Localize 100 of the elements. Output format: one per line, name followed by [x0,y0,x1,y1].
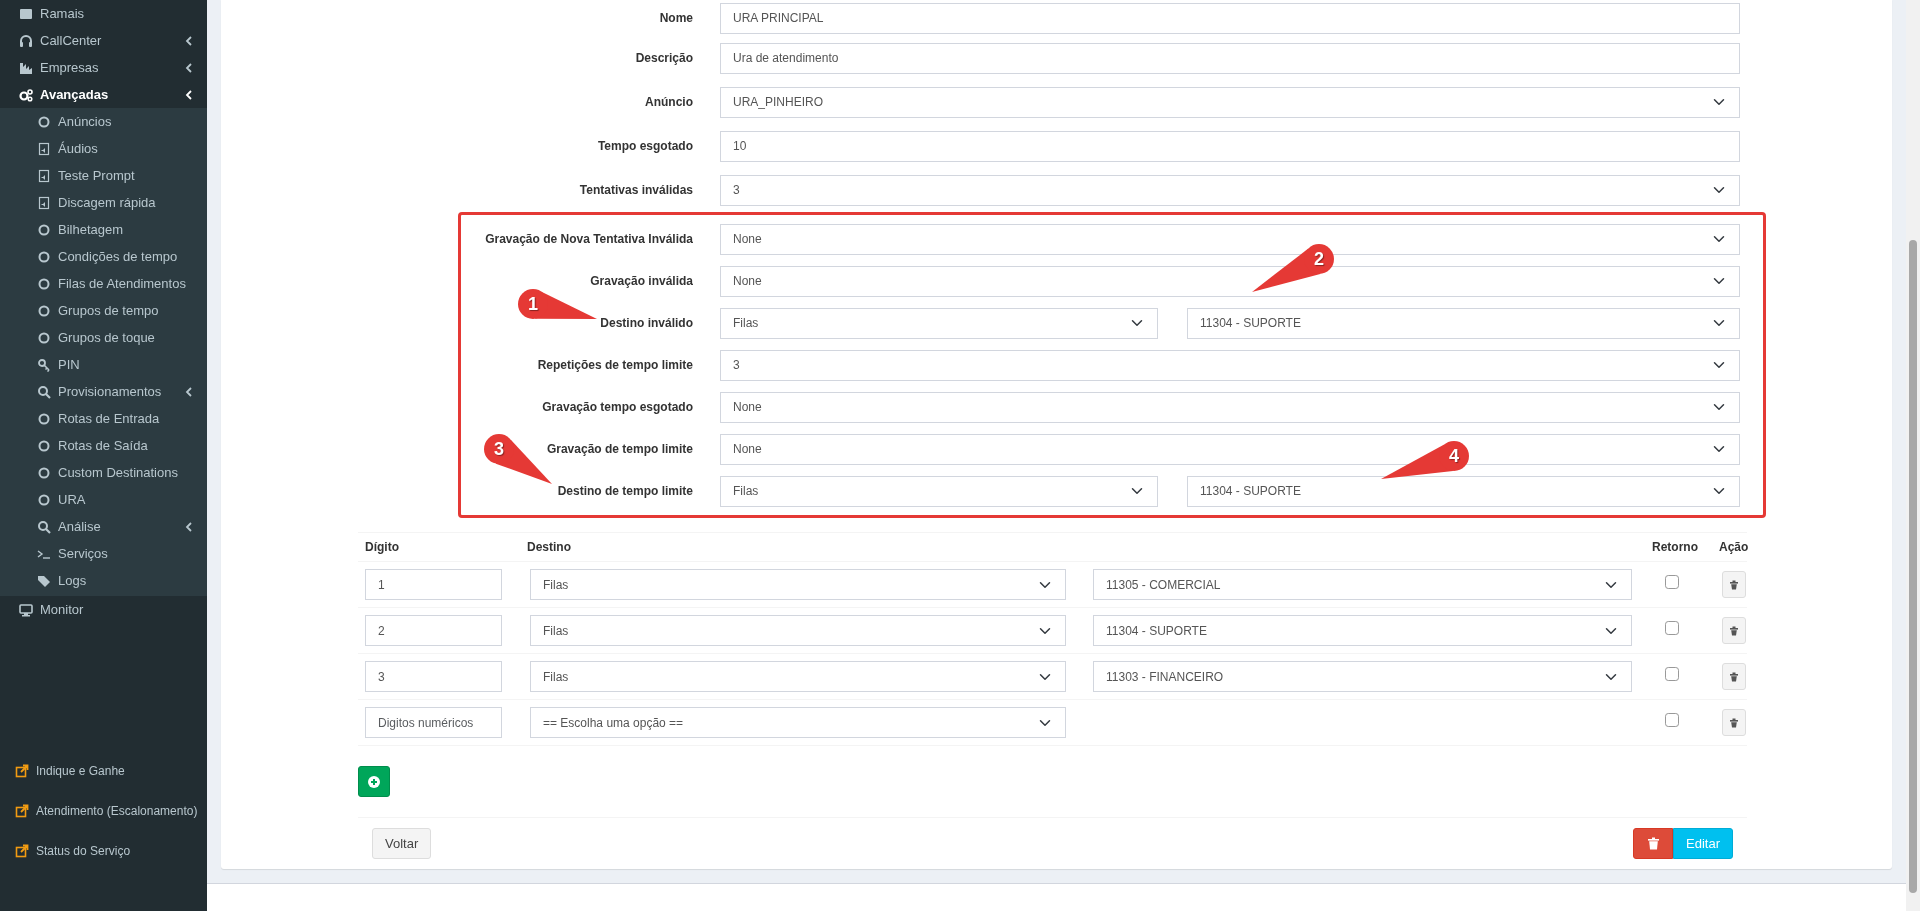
dropdown[interactable]: 11303 - FINANCEIRO [1093,661,1632,692]
dropdown[interactable]: Filas [530,569,1066,600]
dropdown[interactable]: 3 [720,174,1740,206]
sidebar-item[interactable]: Anúncios [0,108,207,135]
key-icon [37,357,51,372]
sidebar-item[interactable]: Ramais [0,0,207,27]
field-label: Destino inválido [600,315,693,332]
delete-row-button[interactable] [1722,571,1746,598]
delete-row-button[interactable] [1722,617,1746,644]
circle-icon [37,492,51,507]
delete-button[interactable] [1633,828,1674,859]
checkbox[interactable] [1665,712,1679,727]
add-row-button[interactable] [358,766,390,797]
dropdown[interactable]: 11304 - SUPORTE [1187,475,1740,507]
sidebar-item[interactable]: Monitor [0,596,207,623]
field-label: Gravação de tempo limite [546,441,693,458]
sidebar-item[interactable]: Análise [0,513,207,540]
delete-row-button[interactable] [1722,663,1746,690]
trash-icon [1729,717,1739,728]
dropdown[interactable]: None [720,265,1740,297]
external-link-icon [15,844,29,858]
checkbox[interactable] [1665,620,1679,635]
sidebar-item[interactable]: Áudios [0,135,207,162]
external-link-icon [15,804,29,818]
sidebar-link[interactable]: Indique e Ganhe [0,751,207,791]
file-icon [37,141,51,156]
sidebar-item[interactable]: Discagem rápida [0,189,207,216]
sidebar-item[interactable]: Teste Prompt [0,162,207,189]
sidebar-item[interactable]: Provisionamentos [0,378,207,405]
circle-icon [37,276,51,291]
file-icon [37,195,51,210]
dropdown[interactable]: Filas [530,661,1066,692]
sidebar-item[interactable]: Avançadas [0,81,207,108]
dropdown[interactable]: URA_PINHEIRO [720,86,1740,118]
checkbox[interactable] [1665,666,1679,681]
trash-icon [1729,579,1739,590]
field-label: Gravação de Nova Tentativa Inválida [485,231,693,248]
sidebar-item[interactable]: Condições de tempo [0,243,207,270]
dropdown[interactable]: Filas [720,475,1158,507]
gear-icon [19,87,33,102]
circle-icon [37,222,51,237]
sidebar-item[interactable]: PIN [0,351,207,378]
dropdown[interactable]: 11304 - SUPORTE [1093,615,1632,646]
headset-icon [19,33,33,48]
sidebar-item[interactable]: Rotas de Entrada [0,405,207,432]
monitor-icon [19,602,33,617]
circle-icon [37,249,51,264]
sidebar-item[interactable]: Rotas de Saída [0,432,207,459]
plus-icon [368,775,380,788]
input-field[interactable]: 2 [365,615,502,646]
dropdown[interactable]: Filas [720,307,1158,339]
dropdown[interactable]: == Escolha uma opção == [530,707,1066,738]
field-label: Anúncio [645,94,693,111]
input-field[interactable]: 1 [365,569,502,600]
dropdown[interactable]: 11304 - SUPORTE [1187,307,1740,339]
field-label: Tentativas inválidas [579,182,693,199]
field-label: Nome [659,10,693,27]
sidebar-item[interactable]: Serviços [0,540,207,567]
field-label: Gravação inválida [590,273,693,290]
circle-icon [37,114,51,129]
sidebar-link[interactable]: Atendimento (Escalonamento) [0,791,207,831]
input-field[interactable]: 3 [365,661,502,692]
sidebar-item[interactable]: Grupos de tempo [0,297,207,324]
card-icon [19,6,33,21]
sidebar-item[interactable]: Grupos de toque [0,324,207,351]
circle-icon [37,303,51,318]
tag-icon [37,573,51,588]
column-header: Retorno [1651,539,1699,556]
checkbox[interactable] [1665,574,1679,589]
dropdown[interactable]: 11305 - COMERCIAL [1093,569,1632,600]
file-icon [37,168,51,183]
column-header: Dígito [364,539,400,556]
column-header: Destino [526,539,572,556]
input-field[interactable]: 10 [720,130,1740,162]
chart-icon [19,60,33,75]
back-button[interactable]: Voltar [372,828,432,859]
scrollbar[interactable] [1906,0,1920,911]
dropdown[interactable]: None [720,391,1740,423]
input-field[interactable]: URA PRINCIPAL [720,2,1740,34]
dropdown[interactable]: 3 [720,349,1740,381]
sidebar-item[interactable]: URA [0,486,207,513]
input-field[interactable]: Ura de atendimento [720,42,1740,74]
circle-icon [37,438,51,453]
sidebar-item[interactable]: CallCenter [0,27,207,54]
field-label: Descrição [635,50,693,67]
column-header: Ação [1718,539,1747,556]
sidebar-item[interactable]: Filas de Atendimentos [0,270,207,297]
input-field[interactable]: Digitos numéricos [365,707,502,738]
delete-row-button[interactable] [1722,709,1746,736]
sidebar-link[interactable]: Status do Serviço [0,831,207,871]
external-link-icon [15,764,29,778]
circle-icon [37,411,51,426]
sidebar-item[interactable]: Logs [0,567,207,594]
trash-icon [1729,625,1739,636]
trash-icon [1646,837,1660,850]
sidebar-item[interactable]: Custom Destinations [0,459,207,486]
sidebar-item[interactable]: Bilhetagem [0,216,207,243]
dropdown[interactable]: Filas [530,615,1066,646]
sidebar-item[interactable]: Empresas [0,54,207,81]
field-label: Gravação tempo esgotado [542,399,693,416]
